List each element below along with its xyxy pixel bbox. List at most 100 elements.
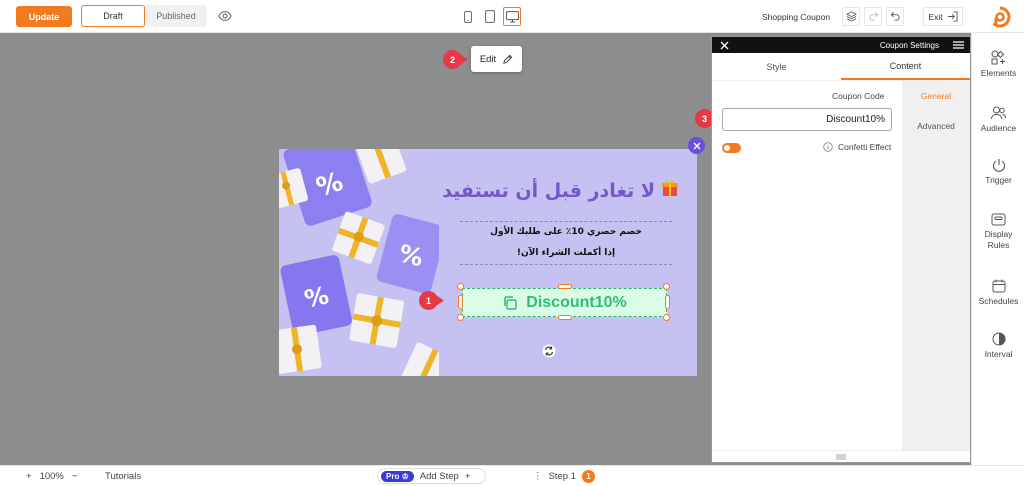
pro-label: Pro [386,471,400,481]
users-icon [991,106,1006,120]
rail-display-rules[interactable]: Display Rules [972,213,1024,251]
tablet-view-button[interactable] [481,7,499,26]
undo-button[interactable] [886,7,904,26]
step-selector[interactable]: ⋮ Step 1 1 [533,470,595,483]
edit-button[interactable]: Edit [471,46,522,72]
coupon-code-input[interactable] [722,108,892,131]
resize-handle-top-left[interactable] [457,283,464,290]
resize-handle-bottom-right[interactable] [663,314,670,321]
eye-icon[interactable] [218,9,232,23]
confetti-effect-row: Confetti Effect [722,141,892,155]
rail-label: Interval [984,349,1013,359]
update-button[interactable]: Update [16,6,72,27]
nav-general[interactable]: General [902,81,970,111]
brand-logo-icon[interactable] [989,6,1011,28]
copy-icon [504,295,518,310]
add-step-button[interactable]: Pro ♔ Add Step + [377,468,486,484]
toolbar-actions [842,7,904,26]
rail-elements[interactable]: Elements [972,50,1024,78]
panel-title: Coupon Settings [879,40,939,50]
dashed-divider [460,264,672,265]
step-label: Step 1 [548,471,576,482]
rail-label: Trigger [985,175,1012,185]
top-bar: Update Draft Published Shopping Coupon E… [0,0,1024,33]
panel-drag-handle[interactable] [712,450,970,462]
rail-trigger[interactable]: Trigger [972,158,1024,185]
mobile-icon [464,10,472,23]
rail-label: Audience [980,123,1017,133]
panel-tabs: Style Content [712,53,970,81]
redo-button[interactable] [864,7,882,26]
coupon-popup[interactable]: % % % لا تغادر قبل أن تستفيد خصم حصري 10… [279,149,697,376]
dashed-divider [460,221,672,222]
resize-handle-top[interactable] [558,284,572,289]
step-marker-1: 1 [419,291,444,310]
pro-badge: Pro ♔ [381,470,414,482]
zoom-control: + 100% − [26,471,77,482]
resize-handle-bottom-left[interactable] [457,314,464,321]
confetti-toggle[interactable] [722,143,741,153]
close-popup-button[interactable] [688,137,705,154]
step-marker-2: 2 [443,50,468,69]
desktop-icon [505,10,519,22]
rail-label: Display Rules [984,229,1013,250]
tab-content[interactable]: Content [841,53,970,80]
tablet-icon [485,10,495,23]
power-icon [992,159,1005,172]
display-rules-icon [991,213,1006,226]
exit-icon [947,11,958,22]
rail-audience[interactable]: Audience [972,106,1024,133]
panel-body: General Advanced Coupon Code Confetti Ef… [712,81,970,451]
right-toolbar: Elements Audience Trigger Display Rules … [971,33,1024,465]
close-icon[interactable] [720,41,729,50]
menu-icon[interactable] [953,41,964,49]
popup-offer-line-1[interactable]: خصم حصري 10٪ على طلبك الأول [460,227,672,237]
drag-handle-icon [836,454,846,459]
resize-handle-right[interactable] [665,295,670,309]
redo-icon [868,12,878,21]
rail-label: Schedules [978,296,1019,306]
info-icon[interactable] [823,142,833,152]
undo-icon [890,12,900,21]
bottom-bar: + 100% − Tutorials Pro ♔ Add Step + ⋮ St… [0,465,1024,486]
gift-box-illustration: % % % [279,149,439,376]
plus-icon: + [464,470,471,482]
coupon-settings-panel: Coupon Settings Style Content General Ad… [711,36,971,463]
layers-button[interactable] [842,7,860,26]
panel-header: Coupon Settings [712,37,970,53]
popup-offer-line-2[interactable]: إذا أكملت الشراء الآن! [460,248,672,258]
campaign-name: Shopping Coupon [762,12,831,22]
rail-interval[interactable]: Interval [972,332,1024,359]
tab-style[interactable]: Style [712,53,841,80]
zoom-in-icon[interactable]: + [26,471,32,482]
resize-handle-top-right[interactable] [663,283,670,290]
coupon-code-text: Discount10% [526,293,627,311]
add-step-label: Add Step [419,470,459,482]
exit-label: Exit [928,11,943,22]
close-icon [693,142,700,149]
more-vertical-icon[interactable]: ⋮ [533,471,543,482]
resize-handle-bottom[interactable] [558,315,572,320]
coupon-code-label: Coupon Code [832,91,885,101]
published-option[interactable]: Published [145,5,207,27]
elements-icon [991,50,1005,65]
draft-option[interactable]: Draft [81,5,145,27]
popup-title[interactable]: لا تغادر قبل أن تستفيد [442,179,679,202]
edit-label: Edit [479,53,497,65]
coupon-code-element[interactable]: Discount10% [462,288,667,317]
tutorials-link[interactable]: Tutorials [105,471,141,482]
exit-button[interactable]: Exit [923,7,963,26]
resize-handle-left[interactable] [458,295,463,309]
mobile-view-button[interactable] [459,7,477,26]
rail-label: Elements [980,68,1017,78]
confetti-label: Confetti Effect [838,142,892,152]
popup-title-text: لا تغادر قبل أن تستفيد [442,180,655,202]
step-count-badge: 1 [581,470,595,483]
rotate-icon[interactable] [542,344,556,358]
desktop-view-button[interactable] [503,7,521,26]
calendar-icon [992,279,1005,293]
rail-schedules[interactable]: Schedules [972,279,1024,306]
draft-published-toggle: Draft Published [81,5,207,27]
zoom-out-icon[interactable]: − [72,471,78,482]
nav-advanced[interactable]: Advanced [902,111,970,141]
